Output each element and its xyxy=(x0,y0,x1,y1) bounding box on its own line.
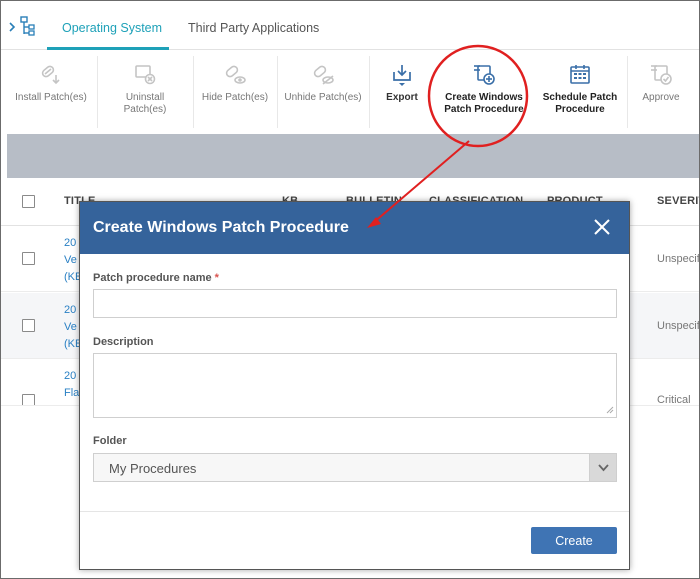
folder-select-value: My Procedures xyxy=(109,461,197,476)
schedule-patch-procedure-label: Schedule Patch Procedure xyxy=(542,92,618,115)
column-header-severity[interactable]: SEVERITY xyxy=(657,195,699,207)
tab-operating-system[interactable]: Operating System xyxy=(62,21,162,35)
unhide-patch-icon xyxy=(313,65,334,85)
create-windows-patch-procedure-label: Create Windows Patch Procedure xyxy=(444,92,524,115)
patch-procedure-name-label-text: Patch procedure name xyxy=(93,272,212,284)
required-asterisk: * xyxy=(214,272,219,284)
install-patch-icon xyxy=(41,65,60,85)
patch-procedure-name-input[interactable] xyxy=(93,289,617,318)
select-all-checkbox[interactable] xyxy=(22,195,35,208)
dialog-title: Create Windows Patch Procedure xyxy=(93,219,349,236)
tab-third-party-applications[interactable]: Third Party Applications xyxy=(188,21,319,35)
install-patches-button[interactable]: Install Patch(es) xyxy=(7,50,95,133)
dialog-footer-divider xyxy=(80,511,629,512)
create-patch-procedure-dialog: Create Windows Patch Procedure Patch pro… xyxy=(79,201,630,570)
export-button[interactable]: Export xyxy=(373,50,431,133)
toolbar-divider xyxy=(627,56,628,128)
toolbar: Install Patch(es) Uninstall Patch(es) Hi… xyxy=(1,50,699,133)
chevron-down-icon xyxy=(598,464,609,472)
hide-patches-label: Hide Patch(es) xyxy=(201,92,269,103)
create-procedure-icon xyxy=(474,65,495,85)
toolbar-divider xyxy=(277,56,278,128)
uninstall-patch-icon xyxy=(135,65,156,85)
schedule-patch-procedure-button[interactable]: Schedule Patch Procedure xyxy=(537,50,623,133)
unhide-patches-label: Unhide Patch(es) xyxy=(284,92,362,103)
create-windows-patch-procedure-button[interactable]: Create Windows Patch Procedure xyxy=(437,50,531,133)
install-patches-label: Install Patch(es) xyxy=(15,92,87,103)
approve-button[interactable]: Approve xyxy=(631,50,691,133)
export-icon xyxy=(393,65,411,86)
toolbar-divider xyxy=(369,56,370,128)
severity-cell: Unspecif xyxy=(657,253,700,265)
toolbar-divider xyxy=(193,56,194,128)
row-checkbox[interactable] xyxy=(22,252,35,265)
folder-dropdown-button[interactable] xyxy=(589,454,616,481)
severity-cell: Unspecif xyxy=(657,320,700,332)
uninstall-patches-label: Uninstall Patch(es) xyxy=(123,92,167,115)
filter-bar xyxy=(7,134,699,178)
close-icon[interactable] xyxy=(593,218,611,236)
export-label: Export xyxy=(386,92,418,103)
hide-patch-icon xyxy=(225,65,246,84)
create-button[interactable]: Create xyxy=(531,527,617,554)
unhide-patches-button[interactable]: Unhide Patch(es) xyxy=(279,50,367,133)
row-checkbox[interactable] xyxy=(22,394,35,405)
description-label: Description xyxy=(93,336,154,348)
approve-label: Approve xyxy=(642,92,680,103)
toolbar-divider xyxy=(97,56,98,128)
resize-grip-icon[interactable] xyxy=(606,406,614,414)
dialog-header: Create Windows Patch Procedure xyxy=(80,202,629,254)
severity-cell: Critical xyxy=(657,394,691,406)
approve-icon xyxy=(651,65,672,85)
row-checkbox[interactable] xyxy=(22,319,35,332)
uninstall-patches-button[interactable]: Uninstall Patch(es) xyxy=(99,50,191,133)
description-textarea[interactable] xyxy=(93,353,617,418)
tree-toggle-icon[interactable] xyxy=(7,15,37,37)
folder-select[interactable]: My Procedures xyxy=(93,453,617,482)
folder-label: Folder xyxy=(93,435,127,447)
patch-procedure-name-label: Patch procedure name * xyxy=(93,272,219,284)
tab-bar: Operating System Third Party Application… xyxy=(1,1,699,50)
calendar-icon xyxy=(570,65,590,84)
patch-management-window: Operating System Third Party Application… xyxy=(0,0,700,579)
hide-patches-button[interactable]: Hide Patch(es) xyxy=(195,50,275,133)
